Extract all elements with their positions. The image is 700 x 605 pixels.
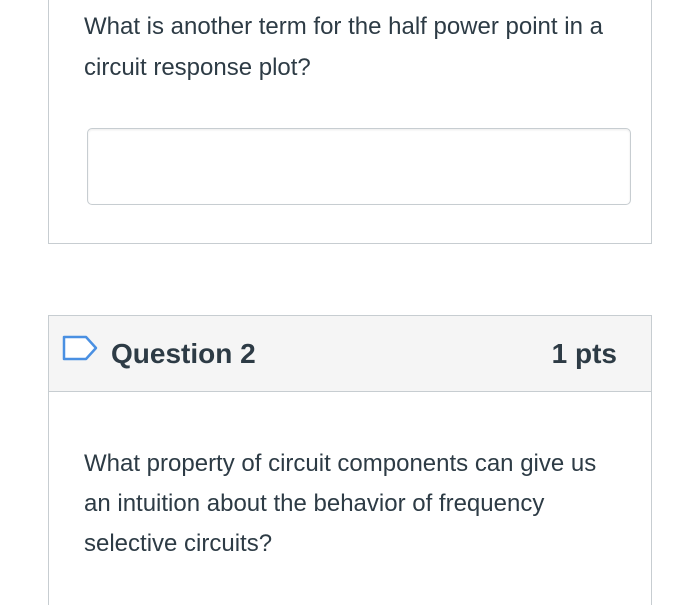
flag-question-icon[interactable] <box>62 335 98 361</box>
question-2-header: Question 2 1 pts <box>49 316 651 392</box>
question-2-points: 1 pts <box>551 338 617 369</box>
question-1-text: What is another term for the half power … <box>84 13 603 81</box>
quiz-page: What is another term for the half power … <box>0 0 700 605</box>
question-1-card: What is another term for the half power … <box>48 0 652 244</box>
question-2-title: Question 2 <box>111 338 256 369</box>
question-2-text: What property of circuit components can … <box>84 450 597 557</box>
question-2-card: Question 2 1 pts What property of circui… <box>48 315 652 605</box>
question-1-answer-input[interactable] <box>87 128 631 205</box>
